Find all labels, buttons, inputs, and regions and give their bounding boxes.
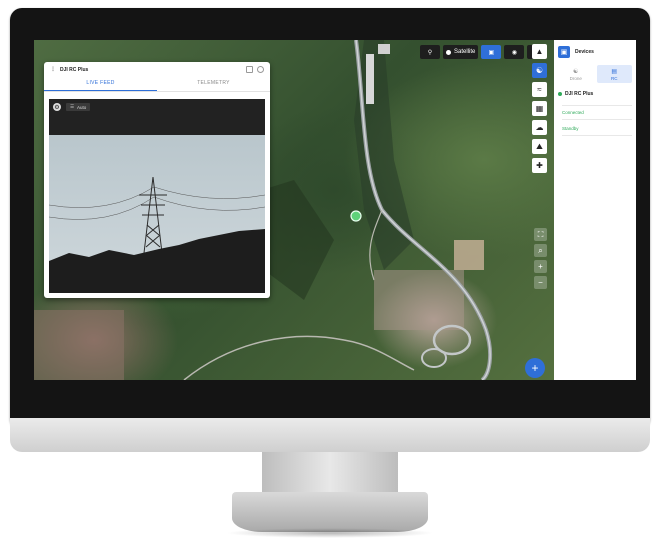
live-feed-panel: ⋮ DJI RC Plus LIVE FEED TELEMETRY ⚙ ☰ Au… [44,62,270,298]
tab-rc[interactable]: ▤ RC [596,65,632,83]
tab-rc-label: RC [611,75,618,81]
live-video-feed[interactable]: ⚙ ☰ Auto [49,99,265,293]
route-icon[interactable]: ≈ [532,82,547,97]
menu-icon: ☰ [70,104,75,109]
monitor-stand-base [232,492,428,532]
sidebar-title: Devices [575,49,594,55]
map-zoom-controls: ⛶ ⌕ + − [534,228,547,289]
drone-icon[interactable]: ☯ [532,63,547,78]
fullscreen-icon[interactable]: ⛶ [534,228,547,241]
layers-icon[interactable]: ▲ [532,44,547,59]
status-row-mode: Standby [562,126,632,136]
plus-icon[interactable]: ✚ [532,158,547,173]
panel-header[interactable]: ⋮ DJI RC Plus [44,62,270,77]
video-mode-label: Auto [77,104,87,110]
add-button[interactable]: + [525,358,545,378]
satellite-map[interactable]: ⚲ Satellite ▣ ◉ ∠ ▲ ☯ ≈ ▦ ☁ ⛰ ✚ ⛶ ⌕ + − … [34,40,554,380]
panel-tabs: LIVE FEED TELEMETRY [44,77,270,92]
stand-shadow [226,528,434,538]
status-dot [558,92,562,96]
drag-handle-icon[interactable]: ⋮ [50,66,56,73]
app-screen: ⚲ Satellite ▣ ◉ ∠ ▲ ☯ ≈ ▦ ☁ ⛰ ✚ ⛶ ⌕ + − … [34,40,636,380]
device-name: DJI RC Plus [565,91,594,97]
drone-icon: ☯ [573,68,579,75]
map-style-label: Satellite [454,49,476,55]
controller-icon: ▤ [611,68,618,75]
video-control-bar: ⚙ ☰ Auto [49,99,265,135]
tab-telemetry[interactable]: TELEMETRY [157,77,270,91]
zoom-out-icon[interactable]: − [534,276,547,289]
map-style-toggle[interactable]: Satellite [443,45,479,59]
sidebar-header: ▣ Devices [554,40,636,59]
close-icon[interactable] [257,66,264,73]
map-toolbar: ⚲ Satellite ▣ ◉ ∠ [420,44,548,60]
settings-icon[interactable]: ⚙ [53,103,61,111]
cloud-icon[interactable]: ☁ [532,120,547,135]
device-item[interactable]: DJI RC Plus [558,91,632,97]
map-view-icon[interactable]: ▣ [481,45,502,59]
device-type-tabs: ☯ Drone ▤ RC [554,59,636,83]
terrain-icon[interactable]: ⛰ [532,139,547,154]
tab-drone-label: Drone [569,75,582,81]
grid-icon[interactable]: ▦ [532,101,547,116]
globe-icon [446,49,451,55]
power-pylon [139,176,167,254]
tab-drone[interactable]: ☯ Drone [558,65,594,83]
status-row-connection: Connected [562,105,632,120]
tab-live-feed[interactable]: LIVE FEED [44,77,157,91]
video-mode-select[interactable]: ☰ Auto [66,103,91,111]
search-icon[interactable]: ⚲ [420,45,440,59]
video-scene [49,176,265,293]
panel-title: DJI RC Plus [60,66,89,73]
drone-location-marker [350,210,362,222]
search-icon[interactable]: ⌕ [534,244,547,257]
monitor-chin [10,418,650,452]
devices-icon: ▣ [558,46,570,58]
camera-icon[interactable]: ◉ [504,45,525,59]
expand-icon[interactable] [246,66,253,73]
zoom-in-icon[interactable]: + [534,260,547,273]
map-tool-column: ▲ ☯ ≈ ▦ ☁ ⛰ ✚ [532,44,548,173]
devices-sidebar: ▣ Devices ☯ Drone ▤ RC DJI RC Plus Conne… [554,40,636,380]
